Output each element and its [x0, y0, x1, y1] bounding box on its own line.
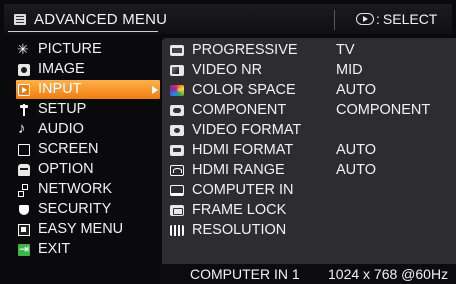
menu-item-label: EXIT [38, 241, 71, 257]
submenu-row-progressive[interactable]: PROGRESSIVE TV [170, 40, 454, 60]
projector-osd: ADVANCED MENU : SELECT PICTURE IMAGE INP… [0, 0, 456, 284]
menu-item-label: EASY MENU [38, 221, 124, 237]
row-value: COMPONENT [336, 102, 431, 118]
screen-icon [18, 144, 30, 156]
menu-item-label: SCREEN [38, 141, 99, 157]
row-label: HDMI RANGE [192, 162, 285, 178]
submenu-row-color-space[interactable]: COLOR SPACE AUTO [170, 80, 454, 100]
option-icon [18, 163, 30, 176]
submenu-row-computer-in[interactable]: COMPUTER IN [170, 180, 454, 200]
row-value: MID [336, 62, 363, 78]
menu-item-label: INPUT [38, 81, 82, 97]
row-value: AUTO [336, 162, 377, 178]
menu-item-label: PICTURE [38, 41, 102, 57]
hdmi-format-icon [170, 144, 184, 156]
enter-icon [356, 13, 374, 25]
menu-item-screen[interactable]: SCREEN [18, 140, 160, 159]
row-label: VIDEO NR [192, 62, 263, 78]
menu-item-input[interactable]: INPUT [16, 80, 160, 99]
signal-resolution-label: 1024 x 768 @60Hz [328, 266, 449, 282]
menu-item-picture[interactable]: PICTURE [17, 40, 160, 59]
hint-colon: : [376, 11, 380, 27]
menu-item-label: SETUP [38, 101, 87, 117]
easy-menu-icon [18, 223, 30, 236]
row-value: AUTO [336, 142, 377, 158]
menu-item-label: IMAGE [38, 61, 85, 77]
input-source-label: COMPUTER IN 1 [190, 266, 300, 282]
menu-item-label: SECURITY [38, 201, 112, 217]
menu-item-label: OPTION [38, 161, 94, 177]
menu-item-label: NETWORK [38, 181, 113, 197]
menu-item-security[interactable]: SECURITY [18, 200, 160, 219]
menu-item-exit[interactable]: EXIT [18, 240, 160, 259]
submenu-row-hdmi-format[interactable]: HDMI FORMAT AUTO [170, 140, 454, 160]
row-label: HDMI FORMAT [192, 142, 294, 158]
submenu-row-resolution[interactable]: RESOLUTION [170, 220, 454, 240]
submenu-row-component[interactable]: COMPONENT COMPONENT [170, 100, 454, 120]
video-nr-icon [170, 64, 184, 76]
page-title: ADVANCED MENU [34, 10, 168, 28]
row-label: COMPONENT [192, 102, 287, 118]
submenu-row-frame-lock[interactable]: FRAME LOCK [170, 200, 454, 220]
audio-icon [18, 119, 30, 138]
row-label: PROGRESSIVE [192, 42, 298, 58]
main-menu: PICTURE IMAGE INPUT SETUP AUDIO SCREEN O… [4, 38, 160, 264]
menu-item-image[interactable]: IMAGE [18, 60, 160, 79]
menu-header: ADVANCED MENU : SELECT [4, 4, 452, 34]
submenu-arrow-icon [152, 86, 158, 94]
row-label: VIDEO FORMAT [192, 122, 302, 138]
computer-in-icon [170, 184, 184, 196]
row-label: COMPUTER IN [192, 182, 294, 198]
image-icon [18, 63, 30, 76]
menu-item-easy-menu[interactable]: EASY MENU [18, 220, 160, 239]
select-hint-label: SELECT [382, 11, 438, 27]
select-hint: : SELECT [356, 7, 437, 31]
signal-status-bar: COMPUTER IN 1 1024 x 768 @60Hz [162, 264, 456, 284]
menu-icon [14, 13, 26, 25]
input-icon [18, 83, 30, 96]
menu-item-network[interactable]: NETWORK [18, 180, 160, 199]
submenu-row-video-nr[interactable]: VIDEO NR MID [170, 60, 454, 80]
submenu-row-video-format[interactable]: VIDEO FORMAT [170, 120, 454, 140]
picture-icon [17, 40, 30, 59]
submenu-row-hdmi-range[interactable]: HDMI RANGE AUTO [170, 160, 454, 180]
menu-item-audio[interactable]: AUDIO [18, 119, 160, 139]
exit-icon [18, 240, 30, 259]
row-label: RESOLUTION [192, 222, 287, 238]
menu-item-setup[interactable]: SETUP [18, 100, 160, 119]
video-format-icon [170, 124, 184, 136]
progressive-icon [170, 44, 184, 56]
title-underline [8, 31, 158, 32]
row-value: AUTO [336, 82, 377, 98]
header-title-group: ADVANCED MENU [6, 7, 167, 31]
frame-lock-icon [170, 204, 184, 216]
setup-icon [18, 103, 30, 116]
component-icon [170, 104, 184, 116]
security-icon [18, 204, 30, 216]
network-icon [18, 183, 30, 197]
menu-item-option[interactable]: OPTION [18, 160, 160, 179]
hdmi-range-icon [170, 164, 184, 176]
resolution-icon [170, 224, 184, 236]
header-divider [334, 10, 335, 30]
input-submenu: PROGRESSIVE TV VIDEO NR MID COLOR SPACE … [162, 38, 456, 264]
row-value: TV [336, 42, 355, 58]
menu-item-label: AUDIO [38, 121, 84, 137]
row-label: FRAME LOCK [192, 202, 287, 218]
color-space-icon [170, 84, 184, 96]
row-label: COLOR SPACE [192, 82, 296, 98]
